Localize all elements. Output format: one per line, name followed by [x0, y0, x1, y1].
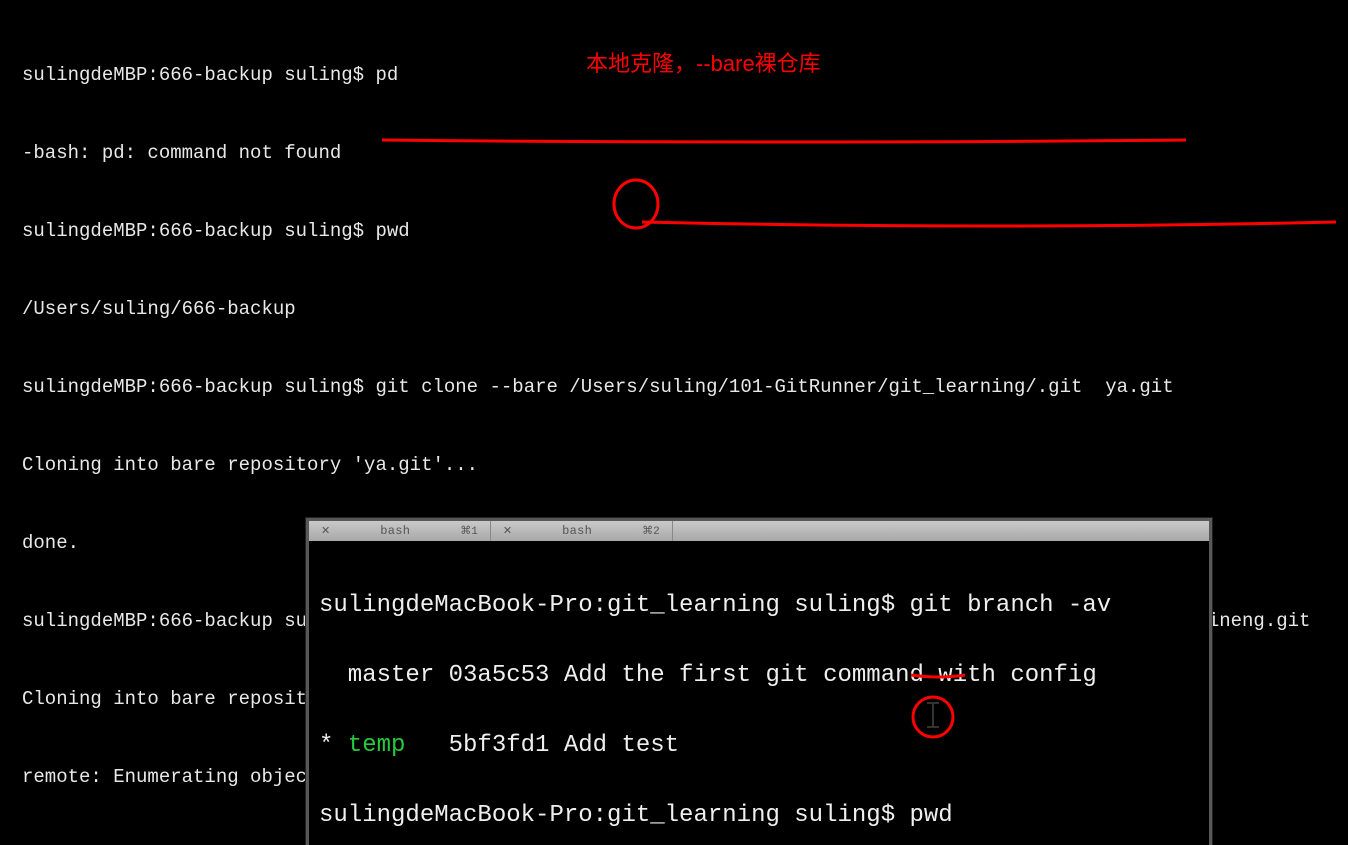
annotation-label: 本地克隆，--bare裸仓库 [586, 46, 821, 78]
term-line: /Users/suling/666-backup [22, 296, 1326, 322]
tab-label: bash [380, 524, 410, 538]
close-icon[interactable]: ✕ [321, 524, 330, 538]
inset-terminal[interactable]: sulingdeMacBook-Pro:git_learning suling$… [309, 541, 1209, 845]
terminal-tab[interactable]: ✕ bash ⌘1 [309, 521, 491, 541]
current-branch: temp [348, 732, 406, 759]
term-line: master 03a5c53 Add the first git command… [319, 658, 1199, 693]
tab-bar: ✕ bash ⌘1 ✕ bash ⌘2 [309, 521, 1209, 541]
term-line: sulingdeMacBook-Pro:git_learning suling$… [319, 588, 1199, 623]
close-icon[interactable]: ✕ [503, 524, 512, 538]
term-line: sulingdeMBP:666-backup suling$ git clone… [22, 374, 1326, 400]
terminal-tab[interactable]: ✕ bash ⌘2 [491, 521, 673, 541]
term-line: sulingdeMBP:666-backup suling$ pwd [22, 218, 1326, 244]
term-line: -bash: pd: command not found [22, 140, 1326, 166]
tab-shortcut: ⌘1 [460, 524, 478, 538]
term-line: sulingdeMacBook-Pro:git_learning suling$… [319, 798, 1199, 833]
tab-shortcut: ⌘2 [642, 524, 660, 538]
term-line: Cloning into bare repository 'ya.git'... [22, 452, 1326, 478]
term-line: * temp 5bf3fd1 Add test [319, 728, 1199, 763]
inset-terminal-window: ✕ bash ⌘1 ✕ bash ⌘2 sulingdeMacBook-Pro:… [306, 518, 1212, 845]
tab-label: bash [562, 524, 592, 538]
